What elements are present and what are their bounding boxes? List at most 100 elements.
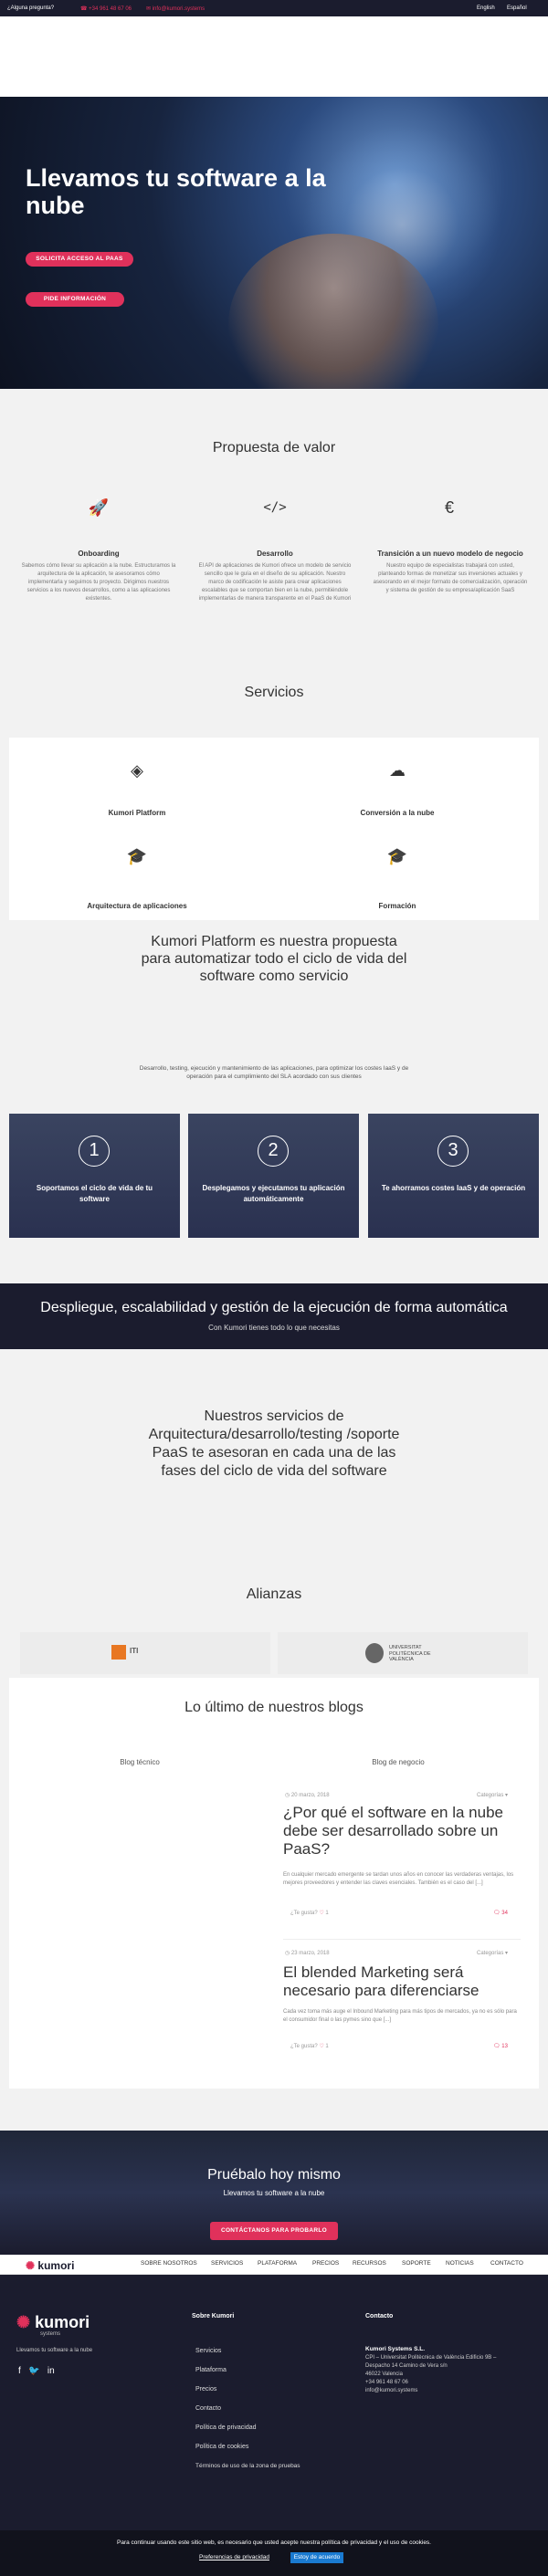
linkedin-icon[interactable]: in: [47, 2366, 55, 2376]
lang-spanish[interactable]: Español: [507, 5, 527, 11]
code-icon: </>: [263, 500, 287, 515]
post-excerpt: Cada vez toma más auge el Inbound Market…: [283, 2009, 517, 2023]
footer-link-services[interactable]: Servicios: [195, 2348, 221, 2354]
platform-heading: Kumori Platform es nuestra propuesta par…: [141, 934, 407, 984]
step-number: 1: [79, 1136, 110, 1167]
service-cloud-conversion[interactable]: Conversión a la nube: [306, 809, 489, 817]
transition-text: Nuestro equipo de especialistas trabajar…: [373, 563, 528, 593]
nav-news[interactable]: NOTICIAS: [446, 2260, 474, 2267]
tab-business-blog[interactable]: Blog de negocio: [353, 1758, 444, 1766]
phone-link[interactable]: ☎ +34 961 48 67 06: [80, 5, 132, 12]
post-date: ◷ 23 marzo, 2018: [285, 1951, 330, 1956]
step-title: Te ahorramos costes IaaS y de operación: [381, 1184, 526, 1192]
services-text-section: [0, 1349, 548, 1678]
value-section: Propuesta de valor 🚀 </> € Onboarding De…: [0, 389, 548, 675]
step-card-2: 2 Desplegamos y ejecutamos tu aplicación…: [188, 1114, 359, 1238]
upv-seal: [365, 1643, 384, 1663]
automation-band: Despliegue, escalabilidad y gestión de l…: [0, 1283, 548, 1349]
upv-text: UNIVERSITAT POLITÈCNICA DE VALÈNCIA: [389, 1645, 431, 1662]
hero-banner: Llevamos tu software a la nube SOLICITA …: [0, 97, 548, 389]
platform-subtext: Desarrollo, testing, ejecución y manteni…: [139, 1065, 409, 1080]
footer-link-platform[interactable]: Plataforma: [195, 2367, 227, 2373]
post-category[interactable]: Categorías ▾: [477, 1792, 508, 1798]
post-category[interactable]: Categorías ▾: [477, 1950, 508, 1956]
hero-title: Llevamos tu software a la nube: [26, 164, 326, 219]
cta-subtitle: Llevamos tu software a la nube: [223, 2189, 325, 2197]
services-heading: Servicios: [244, 685, 304, 700]
band-title: Despliegue, escalabilidad y gestión de l…: [40, 1300, 508, 1315]
lang-english[interactable]: English: [477, 5, 495, 11]
band-subtitle: Con Kumori tienes todo lo que necesitas: [208, 1324, 340, 1332]
post-excerpt: En cualquier mercado emergente se tardan…: [283, 1872, 514, 1886]
services-text: Nuestros servicios de Arquitectura/desar…: [148, 1408, 400, 1479]
footer-logo-sub: systems: [40, 2331, 61, 2337]
step-card-1: 1 Soportamos el ciclo de vida de tu soft…: [9, 1114, 180, 1238]
footer-contact-title: Contacto: [365, 2313, 394, 2319]
nav-contact[interactable]: CONTACTO: [490, 2260, 523, 2267]
nav-support[interactable]: SOPORTE: [402, 2260, 431, 2267]
nav-services[interactable]: SERVICIOS: [211, 2260, 243, 2267]
development-text: El API de aplicaciones de Kumori ofrece …: [198, 563, 352, 602]
nav-resources[interactable]: RECURSOS: [353, 2260, 386, 2267]
cloud-icon: ☁: [389, 761, 406, 780]
comment-count[interactable]: 🗨 13: [493, 2043, 508, 2049]
onboarding-title: Onboarding: [78, 550, 120, 558]
twitter-icon[interactable]: 🐦: [28, 2366, 39, 2376]
nav-about[interactable]: SOBRE NOSOTROS: [141, 2260, 197, 2267]
request-info-button[interactable]: PIDE INFORMACIÓN: [26, 292, 124, 307]
post-title[interactable]: El blended Marketing será necesario para…: [283, 1963, 511, 2000]
footer-link-cookies[interactable]: Política de cookies: [195, 2444, 248, 2450]
step-title: Desplegamos y ejecutamos tu aplicación a…: [202, 1184, 345, 1203]
service-kumori-platform[interactable]: Kumori Platform: [46, 809, 228, 817]
kumori-logo[interactable]: ✺ kumori: [26, 2259, 74, 2272]
contact-try-button[interactable]: CONTÁCTANOS PARA PROBARLO: [210, 2222, 338, 2240]
iti-logo[interactable]: ITI: [20, 1632, 270, 1674]
comment-count[interactable]: 🗨 34: [493, 1910, 508, 1916]
cta-section: Pruébalo hoy mismo Llevamos tu software …: [0, 2131, 548, 2255]
footer-link-contact[interactable]: Contacto: [195, 2405, 221, 2412]
step-number: 2: [258, 1136, 289, 1167]
footer-about-title: Sobre Kumori: [192, 2313, 235, 2319]
footer-logo[interactable]: ✺ kumori: [16, 2313, 90, 2332]
graduation-cap-icon: 🎓: [126, 847, 148, 865]
upv-logo[interactable]: UNIVERSITAT POLITÈCNICA DE VALÈNCIA: [278, 1632, 528, 1674]
footer-email[interactable]: info@kumori.systems: [365, 2388, 417, 2393]
footer-link-terms[interactable]: Términos de uso de la zona de pruebas: [195, 2463, 300, 2469]
service-app-architecture[interactable]: Arquitectura de aplicaciones: [46, 902, 228, 910]
social-icons: f 🐦 in: [18, 2366, 55, 2376]
footer-link-pricing[interactable]: Precios: [195, 2386, 216, 2393]
cookie-banner: Para continuar usando este sitio web, es…: [0, 2530, 548, 2576]
request-access-button[interactable]: SOLICITA ACCESO AL PAAS: [26, 252, 133, 267]
onboarding-text: Sabemos cómo llevar su aplicación a la n…: [21, 563, 176, 602]
like-label[interactable]: ¿Te gusta? ♡ 1: [290, 1910, 329, 1916]
nav-pricing[interactable]: PRECIOS: [312, 2260, 339, 2267]
like-label[interactable]: ¿Te gusta? ♡ 1: [290, 2043, 329, 2049]
cta-title: Pruébalo hoy mismo: [207, 2167, 341, 2183]
transition-title: Transición a un nuevo modelo de negocio: [377, 550, 523, 558]
step-card-3: 3 Te ahorramos costes IaaS y de operació…: [368, 1114, 539, 1238]
tab-tech-blog[interactable]: Blog técnico: [91, 1758, 188, 1766]
euro-icon: €: [444, 498, 454, 517]
service-training[interactable]: Formación: [306, 902, 489, 910]
post-title[interactable]: ¿Por qué el software en la nube debe ser…: [283, 1804, 511, 1859]
footer-link-privacy[interactable]: Política de privacidad: [195, 2424, 257, 2431]
development-title: Desarrollo: [257, 550, 293, 558]
footer-address2: Despacho 14 Camino de Vera s/n: [365, 2363, 448, 2369]
email-link[interactable]: ✉ info@kumori.systems: [146, 5, 205, 12]
main-nav: ✺ kumori SOBRE NOSOTROS SERVICIOS PLATAF…: [0, 2255, 548, 2275]
step-number: 3: [437, 1136, 469, 1167]
alliances-heading: Alianzas: [246, 1586, 302, 1602]
footer-phone[interactable]: +34 961 48 67 06: [365, 2380, 408, 2385]
footer-address1: CPI – Universitat Politècnica de Valènci…: [365, 2355, 497, 2361]
nav-platform[interactable]: PLATAFORMA: [258, 2260, 297, 2267]
footer-company: Kumori Systems S.L.: [365, 2346, 426, 2352]
blogs-heading: Lo último de nuestros blogs: [184, 1700, 364, 1715]
facebook-icon[interactable]: f: [18, 2366, 21, 2376]
footer: ✺ kumori systems Llevamos tu software a …: [0, 2275, 548, 2530]
step-title: Soportamos el ciclo de vida de tu softwa…: [36, 1184, 153, 1203]
privacy-preferences-link[interactable]: Preferencias de privacidad: [199, 2554, 269, 2560]
layers-icon: ◈: [131, 761, 143, 780]
post-divider: [283, 1939, 521, 1940]
agree-button[interactable]: Estoy de acuerdo: [290, 2552, 343, 2563]
post-date: ◷ 20 marzo, 2018: [285, 1793, 330, 1798]
